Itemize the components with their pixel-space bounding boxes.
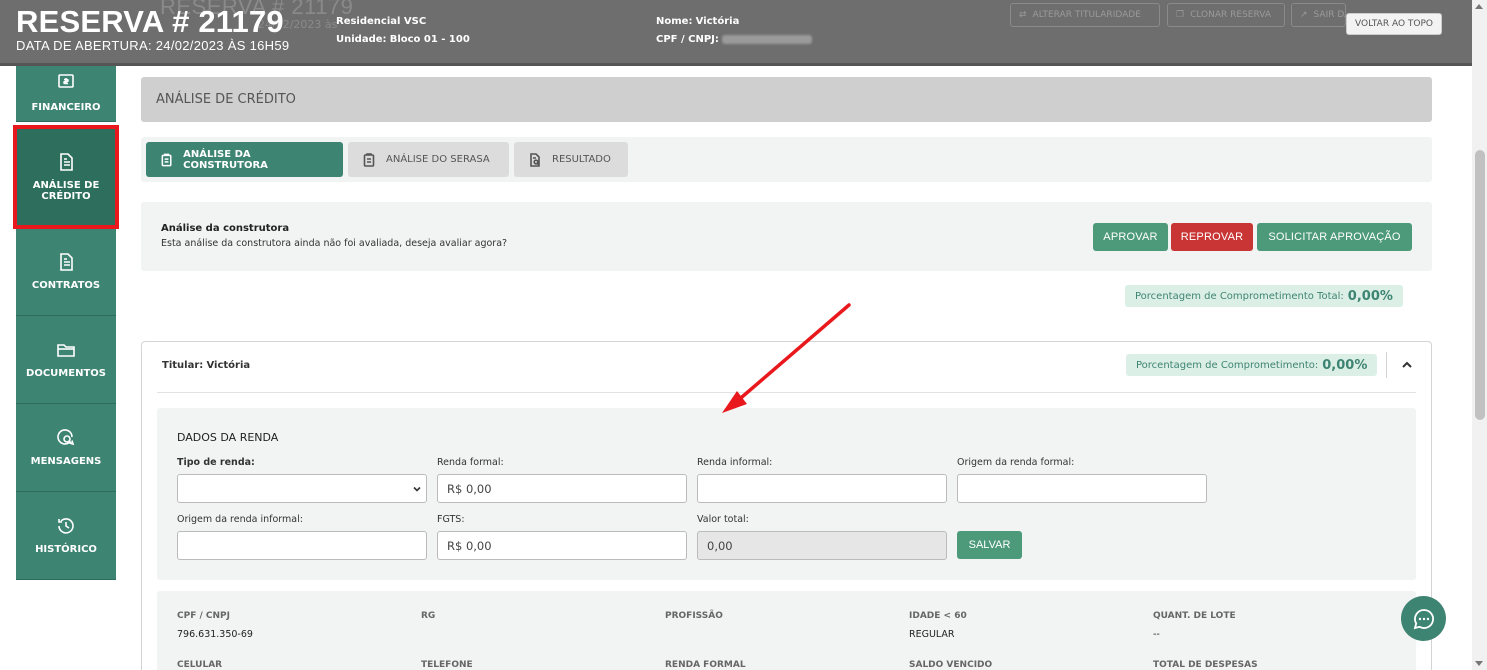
- construtora-evaluation-panel: Análise da construtora Esta análise da c…: [141, 202, 1432, 271]
- chevron-down-icon: [413, 486, 421, 492]
- profession-label: PROFISSÃO: [665, 611, 723, 621]
- income-data-panel: DADOS DA RENDA Tipo de renda: Renda form…: [157, 408, 1416, 580]
- holder-info-panel: CPF / CNPJ 796.631.350-69 RG PROFISSÃO I…: [157, 591, 1416, 670]
- history-icon: [58, 518, 74, 534]
- lot-quantity-label: QUANT. DE LOTE: [1153, 611, 1236, 621]
- scroll-down-arrow-icon[interactable]: [1475, 661, 1483, 666]
- copy-icon: ❐: [1176, 10, 1185, 20]
- save-income-button[interactable]: SALVAR: [957, 531, 1022, 559]
- total-commitment-badge: Porcentagem de Comprometimento Total: 0,…: [1125, 285, 1403, 307]
- reservation-title: RESERVA # 21179: [16, 4, 284, 39]
- sidebar-item-label: CONTRATOS: [31, 280, 101, 291]
- exit-icon: ↗: [1300, 10, 1308, 20]
- sidebar-item-label: ANÁLISE DE CRÉDITO: [32, 179, 100, 202]
- cpf-label: CPF / CNPJ: [177, 611, 230, 621]
- document-search-icon: [530, 152, 540, 167]
- fgts-label: FGTS:: [437, 514, 465, 525]
- sidebar-item-label: FINANCEIRO: [31, 102, 101, 113]
- holder-card: Titular: Victória Porcentagem de Comprom…: [141, 341, 1432, 670]
- cpf-info: CPF / CNPJ:: [656, 34, 813, 45]
- informal-origin-label: Origem da renda informal:: [177, 514, 303, 525]
- sidebar-item-label: HISTÓRICO: [35, 544, 97, 555]
- request-approval-button[interactable]: SOLICITAR APROVAÇÃO: [1257, 223, 1412, 251]
- evaluation-subtitle: Esta análise da construtora ainda não fo…: [161, 238, 508, 249]
- approve-button[interactable]: APROVAR: [1093, 223, 1168, 251]
- age-value: REGULAR: [909, 629, 955, 640]
- overdue-balance-label: SALDO VENCIDO: [909, 660, 993, 670]
- back-to-top-button[interactable]: VOLTAR AO TOPO: [1346, 13, 1442, 35]
- informal-income-label: Renda informal:: [697, 457, 773, 468]
- sidebar-item-documentos[interactable]: DOCUMENTOS: [16, 316, 116, 404]
- document-icon: [60, 152, 73, 171]
- holder-commitment-badge: Porcentagem de Comprometimento: 0,00%: [1126, 354, 1378, 376]
- scroll-thumb[interactable]: [1475, 150, 1485, 420]
- clone-reservation-button[interactable]: ❐ CLONAR RESERVA: [1167, 3, 1285, 27]
- chat-button[interactable]: [1401, 596, 1446, 641]
- redacted-cpf: [722, 34, 813, 44]
- chevron-up-icon[interactable]: [1400, 358, 1414, 372]
- age-label: IDADE < 60: [909, 611, 967, 621]
- mobile-label: CELULAR: [177, 660, 223, 670]
- total-commitment-value: 0,00%: [1347, 288, 1393, 304]
- divider: [1386, 352, 1387, 378]
- sidebar-item-contratos[interactable]: CONTRATOS: [16, 228, 116, 316]
- development-name: Residencial VSC: [336, 16, 427, 27]
- holder-name: Victória: [206, 360, 251, 371]
- formal-origin-label: Origem da renda formal:: [957, 457, 1075, 468]
- sidebar: FINANCEIRO ANÁLISE DE CRÉDITO CONTRATOS …: [13, 66, 119, 580]
- reject-button[interactable]: REPROVAR: [1171, 223, 1253, 251]
- divider: [157, 392, 1416, 393]
- unit-value: Bloco 01 - 100: [389, 34, 470, 45]
- tab-resultado[interactable]: RESULTADO: [514, 142, 628, 177]
- clipboard-icon: [161, 153, 172, 166]
- formal-income-label: Renda formal:: [437, 457, 504, 468]
- chat-search-icon: [57, 429, 75, 446]
- opening-date: DATA DE ABERTURA: 24/02/2023 ÀS 16H59: [16, 38, 290, 53]
- sidebar-item-label: MENSAGENS: [30, 456, 102, 467]
- phone-label: TELEFONE: [421, 660, 473, 670]
- evaluation-title: Análise da construtora: [161, 223, 290, 234]
- rg-label: RG: [421, 611, 436, 621]
- formal-origin-input[interactable]: [957, 474, 1207, 503]
- sidebar-item-analise-credito[interactable]: ANÁLISE DE CRÉDITO: [13, 125, 119, 229]
- formal-income-summary-label: RENDA FORMAL: [665, 660, 746, 670]
- lot-quantity-value: --: [1153, 629, 1160, 640]
- sidebar-item-mensagens[interactable]: MENSAGENS: [16, 404, 116, 492]
- informal-income-input[interactable]: [697, 474, 947, 503]
- tab-analise-serasa[interactable]: ANÁLISE DO SERASA: [348, 142, 509, 177]
- alter-ownership-button[interactable]: ⇄ ALTERAR TITULARIDADE: [1010, 3, 1160, 27]
- holder-name-info: Nome: Victória: [656, 16, 740, 27]
- fgts-input[interactable]: R$ 0,00: [437, 531, 687, 560]
- document-icon: [60, 253, 73, 271]
- chat-icon: [1413, 608, 1434, 629]
- holder-name-value: Victória: [695, 16, 740, 27]
- total-expenses-label: TOTAL DE DESPESAS: [1153, 660, 1258, 670]
- unit-info: Unidade: Bloco 01 - 100: [336, 34, 470, 45]
- total-value-input: 0,00: [697, 531, 947, 560]
- sidebar-item-financeiro[interactable]: FINANCEIRO: [16, 66, 116, 122]
- leave-reservation-button[interactable]: ↗SAIR DA RESERVA: [1291, 3, 1346, 27]
- income-type-select[interactable]: [177, 474, 427, 503]
- analysis-tabs: ANÁLISE DA CONSTRUTORA ANÁLISE DO SERASA…: [141, 137, 1432, 182]
- page-scrollbar[interactable]: [1472, 0, 1487, 670]
- tab-analise-construtora[interactable]: ANÁLISE DA CONSTRUTORA: [146, 142, 343, 177]
- income-title: DADOS DA RENDA: [177, 431, 279, 444]
- scroll-up-arrow-icon[interactable]: [1475, 4, 1483, 9]
- income-type-label: Tipo de renda:: [177, 457, 255, 468]
- cpf-value: 796.631.350-69: [177, 629, 253, 640]
- formal-income-input[interactable]: R$ 0,00: [437, 474, 687, 503]
- holder-commitment-value: 0,00%: [1322, 357, 1368, 373]
- informal-origin-input[interactable]: [177, 531, 427, 560]
- sidebar-item-label: DOCUMENTOS: [26, 368, 106, 379]
- reservation-header: RESERVA # 21179 24/02/2023 às RESERVA # …: [0, 0, 1472, 66]
- sidebar-item-historico[interactable]: HISTÓRICO: [16, 492, 116, 580]
- holder-label: Titular: Victória: [162, 360, 251, 371]
- money-icon: [58, 74, 74, 88]
- folder-icon: [57, 344, 75, 357]
- clipboard-icon: [363, 152, 375, 167]
- section-title: ANÁLISE DE CRÉDITO: [141, 77, 1432, 122]
- swap-icon: ⇄: [1019, 10, 1027, 20]
- total-value-label: Valor total:: [697, 514, 749, 525]
